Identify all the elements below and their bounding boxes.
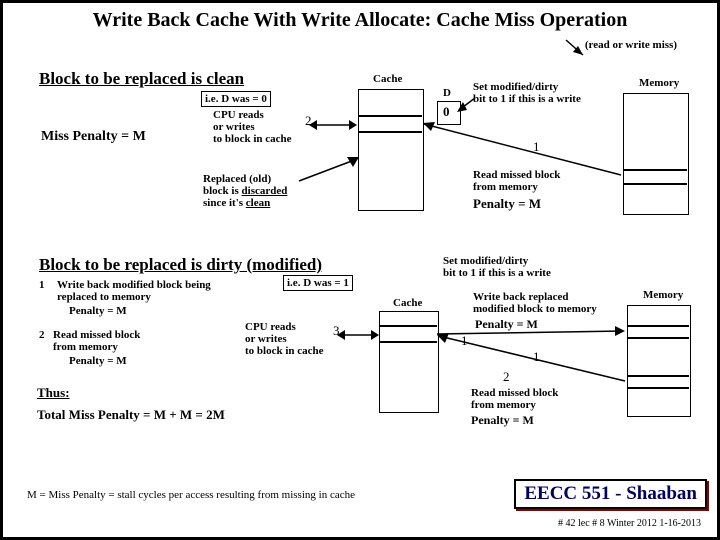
sec1-cache-label: Cache — [373, 73, 402, 85]
sec2-penalty2: Penalty = M — [471, 413, 534, 428]
sec2-cache-row1 — [379, 325, 437, 327]
sec1-miss-penalty: Miss Penalty = M — [41, 129, 146, 145]
sec1-dwas-box: i.e. D was = 0 — [201, 91, 271, 107]
sec2-mem-r1 — [627, 325, 689, 327]
sec2-arrow-cpu — [339, 325, 387, 345]
sec2-cache-label: Cache — [393, 297, 422, 309]
sec2-cache-row2 — [379, 341, 437, 343]
sec1-memory-label: Memory — [639, 77, 679, 89]
sec2-thus: Thus: — [37, 385, 70, 401]
sec2-s2: 2 — [39, 329, 45, 341]
sec2-mem-r4 — [627, 387, 689, 389]
sec2-mem-r2 — [627, 337, 689, 339]
sec2-cpu-text: CPU reads or writes to block in cache — [245, 321, 324, 357]
sec1-penalty: Penalty = M — [473, 196, 541, 212]
sec1-setmod: Set modified/dirty bit to 1 if this is a… — [473, 81, 581, 105]
slide: Write Back Cache With Write Allocate: Ca… — [0, 0, 720, 540]
sec1-D-label: D — [443, 87, 451, 99]
sec2-writeback: Write back replaced modified block to me… — [473, 291, 597, 315]
sec1-cpu-text: CPU reads or writes to block in cache — [213, 109, 292, 145]
sec2-memory-label: Memory — [643, 289, 683, 301]
sec1-arrow-replaced — [297, 157, 371, 197]
sec2-setmod: Set modified/dirty bit to 1 if this is a… — [443, 255, 551, 279]
sec2-step1p: Penalty = M — [69, 305, 127, 317]
section-dirty: Block to be replaced is dirty (modified)… — [3, 255, 717, 465]
sec2-dwas-box: i.e. D was = 1 — [283, 275, 353, 291]
footer-definition: M = Miss Penalty = stall cycles per acce… — [27, 489, 355, 501]
sec2-s1: 1 — [39, 279, 45, 291]
section-clean: Block to be replaced is clean i.e. D was… — [3, 51, 717, 251]
footer-meta: # 42 lec # 8 Winter 2012 1-16-2013 — [558, 518, 701, 529]
sec2-memory-box — [627, 305, 691, 417]
sec2-total: Total Miss Penalty = M + M = 2M — [37, 407, 225, 423]
sec1-arrow-cpu-cache — [311, 107, 371, 137]
sec2-step2: Read missed block from memory — [53, 329, 140, 353]
sec1-arrow-dbit — [455, 96, 481, 116]
sec1-replaced: Replaced (old)block is discardedsince it… — [203, 173, 287, 209]
course-logo: EECC 551 - Shaaban — [514, 479, 707, 509]
sec2-heading: Block to be replaced is dirty (modified) — [39, 255, 322, 275]
sec2-step2p: Penalty = M — [69, 355, 127, 367]
slide-title: Write Back Cache With Write Allocate: Ca… — [3, 9, 717, 32]
sec2-arrow2-from-mem — [437, 333, 635, 393]
sec2-mem-r3 — [627, 375, 689, 377]
sec1-heading: Block to be replaced is clean — [39, 69, 244, 89]
sec1-arrow-mem-cache — [423, 117, 633, 187]
sec2-step1: Write back modified block being replaced… — [57, 279, 211, 303]
